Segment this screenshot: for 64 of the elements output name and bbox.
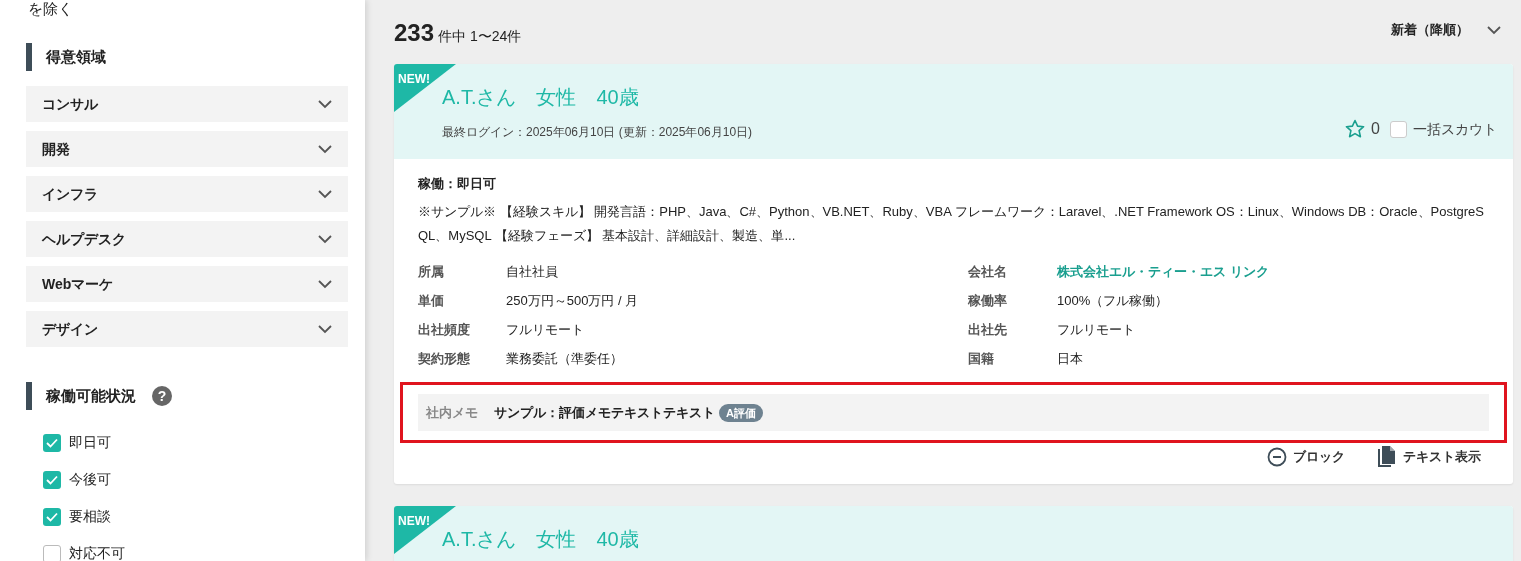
checkbox-label: 対応不可 (69, 544, 125, 561)
field-label: 稼働率 (968, 292, 1008, 310)
document-icon (1377, 446, 1397, 468)
checkbox[interactable] (43, 507, 61, 526)
chevron-icon (318, 144, 332, 154)
checkbox-label: 要相談 (69, 507, 111, 526)
chevron-icon (318, 279, 332, 289)
heading-bar (26, 382, 32, 410)
checkbox[interactable] (1390, 120, 1407, 138)
rating-tag: A評価 (719, 403, 763, 422)
field-label: 出社頻度 (418, 321, 471, 339)
minus-circle-icon (1267, 447, 1287, 467)
checkbox[interactable] (43, 470, 61, 489)
new-label: NEW! (398, 71, 430, 88)
field-value: 自社社員 (506, 263, 559, 281)
field-label: 単価 (418, 292, 445, 310)
chevron-icon (318, 234, 332, 244)
checkbox[interactable] (43, 433, 61, 452)
field-value: フルリモート (506, 321, 585, 339)
sort-dropdown[interactable]: 新着（降順） (1391, 20, 1513, 40)
field-value: フルリモート (1057, 321, 1136, 339)
check-icon (46, 437, 58, 448)
category-accordion[interactable]: コンサル (26, 86, 348, 122)
checkbox-label: 即日可 (69, 433, 111, 452)
check-icon (46, 474, 58, 485)
category-accordion[interactable]: デザイン (26, 311, 348, 347)
field-value: 日本 (1057, 350, 1084, 368)
memo-text: サンプル：評価メモテキストテキスト (494, 403, 715, 422)
category-accordion[interactable]: ヘルプデスク (26, 221, 348, 257)
category-accordion[interactable]: Webマーケ (26, 266, 348, 302)
field-value: 100%（フル稼働） (1057, 292, 1170, 310)
checkbox-label: 一括スカウト (1413, 119, 1497, 139)
section-heading: 稼働可能状況 (46, 385, 136, 406)
field-label: 所属 (418, 263, 445, 281)
check-icon (46, 511, 58, 522)
checkbox[interactable] (43, 544, 61, 561)
field-value: 業務委託（準委任） (506, 350, 624, 368)
action-link[interactable]: テキスト表示 (1377, 446, 1481, 468)
chevron-icon (318, 324, 332, 334)
checkbox-label: 今後可 (69, 470, 111, 489)
field-label: 契約形態 (418, 350, 471, 368)
field-label: 会社名 (968, 263, 1008, 281)
chevron-icon (318, 189, 332, 199)
chevron-icon (318, 99, 332, 109)
field-label: 国籍 (968, 350, 995, 368)
chevron-icon (1487, 25, 1501, 35)
star-icon[interactable] (1345, 119, 1366, 139)
skill-summary: ※サンプル※ 【経験スキル】 開発言語：PHP、Java、C#、Python、VB.NET、Ruby、VBA フレームワーク：Laravel、.NET Framework OS：Linux、Windows DB：Oracle、PostgreSQL、MySQL 【経験フェーズ】 基本設計、詳細設計、製造、単... (418, 203, 1485, 245)
field-label: 出社先 (968, 321, 1008, 339)
favorite-count: 0 (1371, 119, 1380, 139)
help-icon[interactable]: ? (152, 386, 172, 406)
memo-label: 社内メモ (426, 403, 478, 422)
category-accordion[interactable]: インフラ (26, 176, 348, 212)
result-count: 233 (394, 18, 435, 48)
action-link[interactable]: ブロック (1267, 446, 1345, 468)
excluded-note: を除く (28, 0, 74, 19)
result-range: 件中 1〜24件 (438, 27, 522, 46)
last-login: 最終ログイン：2025年06月10日 (更新：2025年06月10日) (442, 124, 753, 141)
availability-status: 稼働：即日可 (418, 175, 497, 193)
heading-bar (26, 43, 32, 71)
new-label: NEW! (398, 513, 430, 530)
field-value: 250万円～500万円 / 月 (506, 292, 640, 310)
category-accordion[interactable]: 開発 (26, 131, 348, 167)
section-heading: 得意領域 (46, 46, 106, 67)
